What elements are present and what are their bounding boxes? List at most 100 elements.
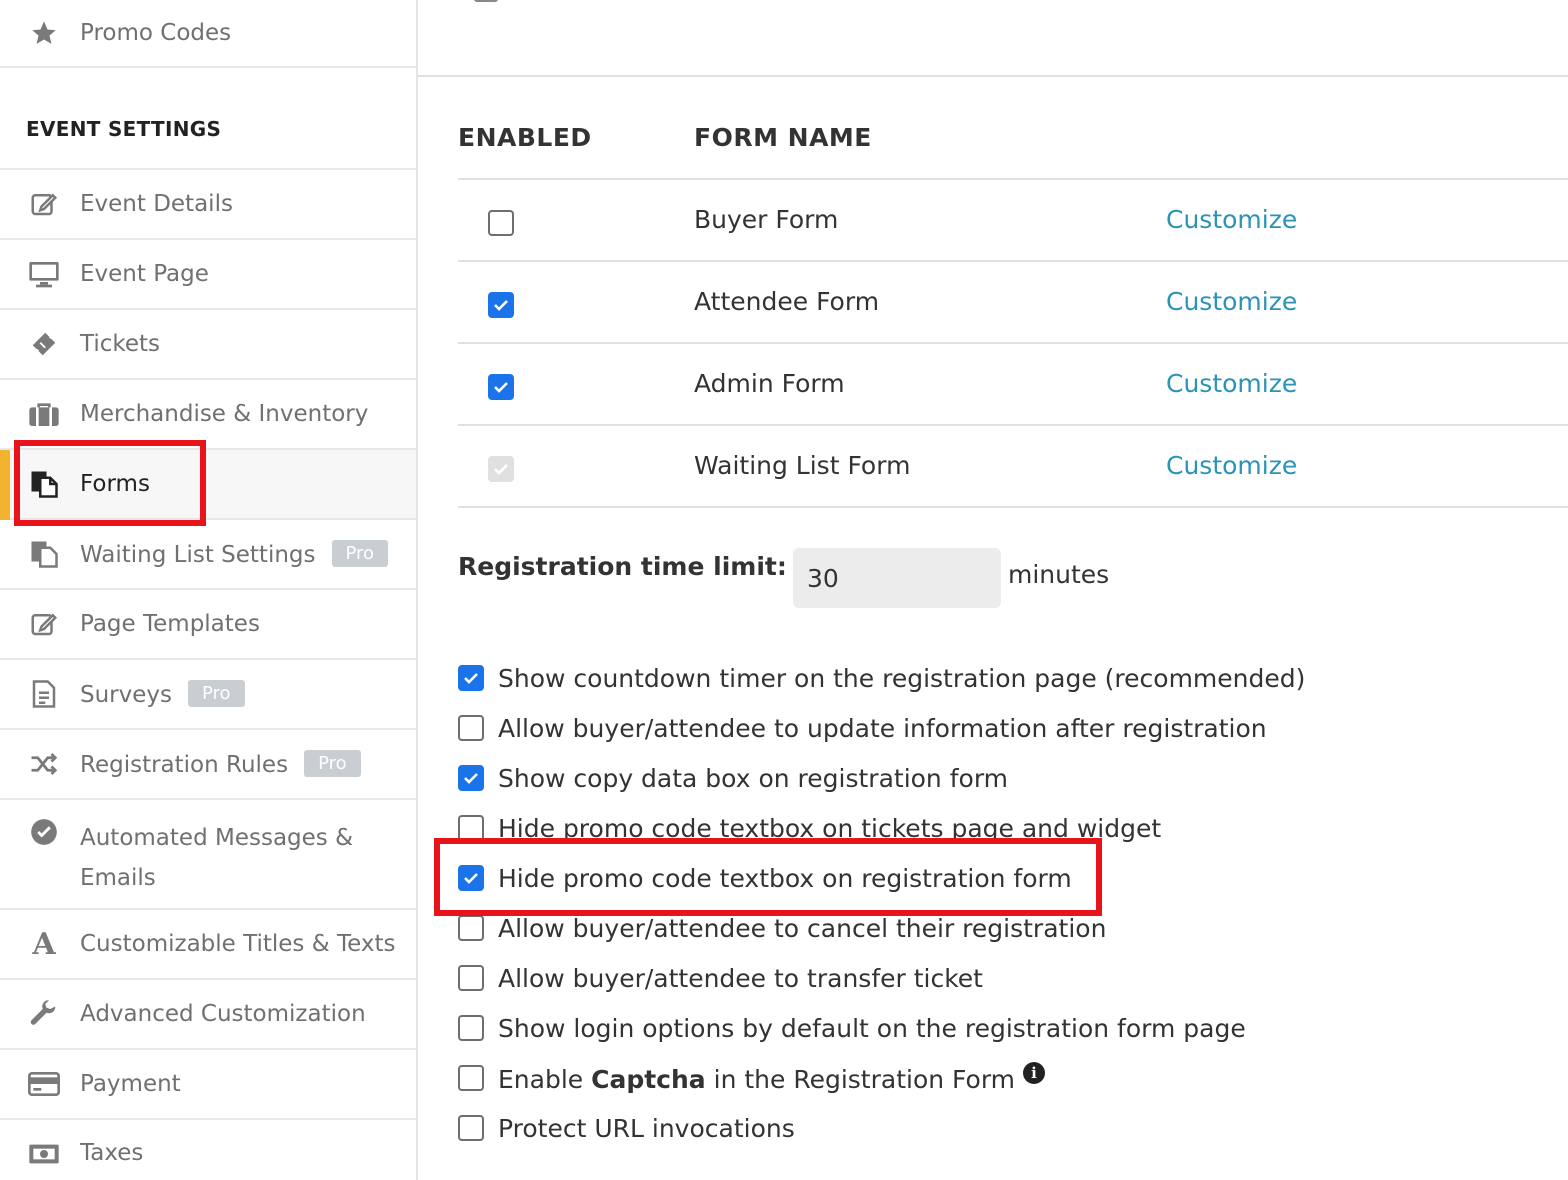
sidebar-item-label: Promo Codes (80, 20, 232, 46)
option-checkbox[interactable] (458, 915, 484, 941)
option-enable-captcha[interactable]: Enable Captcha in the Registration Form i (458, 1058, 1046, 1098)
option-label: Show countdown timer on the registration… (498, 663, 1306, 693)
option-checkbox[interactable] (458, 715, 484, 741)
sidebar-item-payment[interactable]: Payment (0, 1050, 416, 1120)
sidebar-item-label: Automated Messages & (80, 825, 354, 851)
customize-link[interactable]: Customize (1166, 451, 1297, 480)
form-enabled-checkbox[interactable] (488, 210, 514, 236)
sidebar-item-label-wrap: Automated Messages & Emails (80, 818, 353, 898)
checkmark-icon (464, 773, 478, 784)
sidebar-item-label: Taxes (80, 1140, 144, 1166)
section-title: EVENT SETTINGS (26, 117, 222, 141)
customize-link[interactable]: Customize (1166, 287, 1297, 316)
form-name: Buyer Form (694, 205, 839, 234)
option-login-options[interactable]: Show login options by default on the reg… (458, 1008, 1246, 1048)
sidebar-item-label-wrap: Waiting List Settings Pro (80, 540, 389, 568)
sidebar-item-waiting-list[interactable]: Waiting List Settings Pro (0, 520, 416, 590)
option-checkbox[interactable] (458, 1015, 484, 1041)
customize-link[interactable]: Customize (1166, 205, 1297, 234)
option-copy-data-box[interactable]: Show copy data box on registration form (458, 758, 1008, 798)
pro-badge: Pro (188, 680, 245, 707)
option-label: Enable Captcha in the Registration Form i (498, 1062, 1046, 1094)
briefcase-icon (28, 398, 60, 430)
option-checkbox[interactable] (458, 965, 484, 991)
form-enabled-checkbox[interactable] (488, 374, 514, 400)
monitor-icon (28, 258, 60, 290)
forms-icon (28, 538, 60, 570)
highlight-box-forms (14, 440, 206, 526)
table-divider (458, 424, 1568, 426)
sidebar-item-label: Waiting List Settings (80, 542, 316, 568)
sidebar-item-registration-rules[interactable]: Registration Rules Pro (0, 730, 416, 800)
pro-badge: Pro (331, 540, 389, 567)
shuffle-icon (28, 748, 60, 780)
column-header-enabled: ENABLED (458, 123, 592, 152)
form-name: Admin Form (694, 369, 845, 398)
option-label: Allow buyer/attendee to update informati… (498, 713, 1267, 743)
sidebar-item-label: Surveys (80, 682, 172, 708)
option-transfer-ticket[interactable]: Allow buyer/attendee to transfer ticket (458, 958, 983, 998)
sidebar-item-label: Registration Rules (80, 752, 289, 778)
table-divider (458, 506, 1568, 508)
sidebar-item-taxes[interactable]: Taxes (0, 1120, 416, 1180)
option-label: Allow buyer/attendee to transfer ticket (498, 963, 983, 993)
option-protect-url[interactable]: Protect URL invocations (458, 1108, 795, 1148)
option-label: Allow buyer/attendee to cancel their reg… (498, 913, 1107, 943)
form-name: Attendee Form (694, 287, 880, 316)
option-update-info[interactable]: Allow buyer/attendee to update informati… (458, 708, 1267, 748)
registration-time-unit: minutes (1008, 560, 1110, 589)
option-checkbox[interactable] (458, 1115, 484, 1141)
option-label: Protect URL invocations (498, 1113, 795, 1143)
money-icon (28, 1138, 60, 1170)
sidebar-item-surveys[interactable]: Surveys Pro (0, 660, 416, 730)
option-label: Show login options by default on the reg… (498, 1013, 1246, 1043)
sidebar-item-label: Advanced Customization (80, 1001, 366, 1027)
sidebar-item-label: Payment (80, 1071, 181, 1097)
sidebar-item-event-details[interactable]: Event Details (0, 170, 416, 240)
highlight-box-promo-option (434, 838, 1102, 916)
option-countdown-timer[interactable]: Show countdown timer on the registration… (458, 658, 1305, 698)
checkmark-icon (464, 673, 478, 684)
check-circle-icon (28, 816, 60, 848)
table-divider (458, 342, 1568, 344)
sidebar-item-advanced-customization[interactable]: Advanced Customization (0, 980, 416, 1050)
form-name: Waiting List Form (694, 451, 911, 480)
option-label-pre: Enable (498, 1065, 592, 1094)
option-checkbox[interactable] (458, 665, 484, 691)
sidebar-item-label: Event Details (80, 191, 233, 217)
font-icon: A (32, 926, 56, 962)
divider (418, 75, 1568, 77)
customize-link[interactable]: Customize (1166, 369, 1297, 398)
info-icon[interactable]: i (1023, 1062, 1046, 1084)
sidebar-item-label: Merchandise & Inventory (80, 401, 369, 427)
option-checkbox[interactable] (458, 765, 484, 791)
checkmark-icon (494, 382, 508, 393)
wrench-icon (28, 998, 60, 1030)
form-enabled-checkbox-disabled (488, 456, 514, 482)
sidebar-item-customizable-titles[interactable]: A Customizable Titles & Texts (0, 910, 416, 980)
sidebar-item-label: Customizable Titles & Texts (80, 931, 396, 957)
partial-control (474, 0, 498, 2)
pro-badge: Pro (304, 750, 361, 777)
sidebar-item-promo-codes[interactable]: Promo Codes (0, 0, 416, 68)
sidebar-item-event-page[interactable]: Event Page (0, 240, 416, 310)
option-checkbox[interactable] (458, 1065, 484, 1091)
registration-time-input[interactable] (793, 548, 1001, 608)
registration-time-label: Registration time limit: (458, 552, 787, 581)
sidebar-item-tickets[interactable]: Tickets (0, 310, 416, 380)
settings-sidebar: Promo Codes EVENT SETTINGS Event Details… (0, 0, 418, 1180)
sidebar-item-label: Event Page (80, 261, 209, 287)
option-label-post: in the Registration Form (705, 1065, 1016, 1094)
sidebar-item-label-line2: Emails (80, 865, 156, 891)
credit-card-icon (28, 1068, 60, 1100)
sidebar-item-label: Page Templates (80, 611, 260, 637)
sidebar-item-page-templates[interactable]: Page Templates (0, 590, 416, 660)
form-enabled-checkbox[interactable] (488, 292, 514, 318)
star-icon (28, 17, 60, 49)
table-divider (458, 260, 1568, 262)
active-indicator (0, 450, 10, 520)
ticket-icon (28, 328, 60, 360)
sidebar-item-automated-messages[interactable]: Automated Messages & Emails (0, 800, 416, 910)
edit-icon (28, 608, 60, 640)
sidebar-item-label-wrap: Registration Rules Pro (80, 750, 361, 778)
